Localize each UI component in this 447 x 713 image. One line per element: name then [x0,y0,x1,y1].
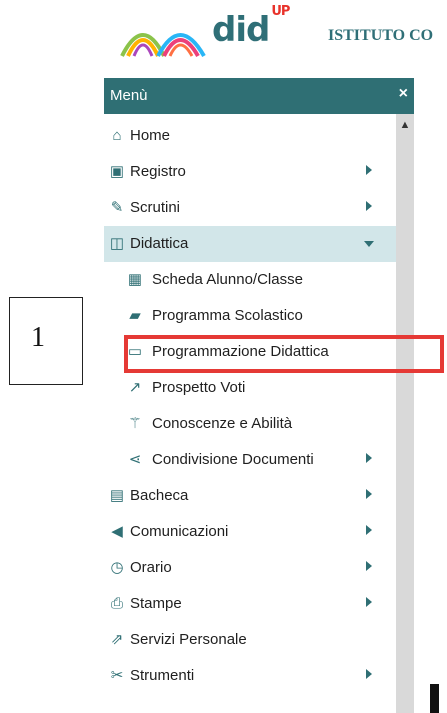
file-edit-icon: ✎ [110,199,124,216]
page-number: 1 [31,322,45,353]
chevron-right-icon [366,453,372,463]
sidebar-item-label: Condivisione Documenti [152,451,314,468]
scrollbar[interactable] [396,114,414,713]
menu-header: Menù × [104,78,414,114]
sidebar-item-label: Home [130,127,171,144]
external-link-icon: ⇗ [110,631,124,648]
chevron-right-icon [366,561,372,571]
sidebar-item-scheda-alunno-classe[interactable]: ▦ Scheda Alunno/Classe [104,262,396,298]
sidebar-item-condivisione-documenti[interactable]: ⋖ Condivisione Documenti [104,442,396,478]
magic-wand-icon: ⚚ [128,415,142,432]
sidebar-item-label: Prospetto Voti [152,379,246,396]
clock-icon: ◷ [110,559,124,576]
chevron-right-icon [366,669,372,679]
sidebar-item-label: Orario [130,559,172,576]
sidebar-item-didattica[interactable]: ◫ Didattica [104,226,396,262]
brand-sup: UP [271,3,290,19]
newspaper-icon: ▤ [109,487,125,504]
brand-name: did UP [212,3,290,50]
sidebar-item-prospetto-voti[interactable]: ↗ Prospetto Voti [104,370,396,406]
tools-icon: ✂ [110,667,124,684]
sidebar-item-label: Strumenti [130,667,195,684]
school-name: ISTITUTO CO [328,27,434,44]
sidebar-item-label: Comunicazioni [130,523,229,540]
chevron-right-icon [366,201,372,211]
sidebar-item-stampe[interactable]: ⎙ Stampe [104,586,396,622]
sidebar-item-programma-scolastico[interactable]: ▰ Programma Scolastico [104,298,396,334]
sidebar-item-strumenti[interactable]: ✂ Strumenti [104,658,396,694]
printer-icon: ⎙ [110,595,123,612]
sidebar-item-orario[interactable]: ◷ Orario [104,550,396,586]
sidebar-item-home[interactable]: ⌂ Home [104,118,396,154]
chevron-right-icon [366,525,372,535]
sidebar-item-label: Scheda Alunno/Classe [152,271,303,288]
sidebar-menu: ⌂ Home ▣ Registro ✎ Scrutini ◫ Didattica ▦ Scheda… [104,118,396,713]
home-icon: ⌂ [112,127,122,144]
edge-mark [430,684,439,713]
sidebar-item-label: Scrutini [130,199,181,216]
scroll-up-arrow-icon[interactable]: ▲ [397,118,413,132]
menu-title: Menù [110,87,148,104]
chevron-right-icon [366,489,372,499]
highlight-box [124,335,444,373]
sidebar-item-label: Stampe [130,595,182,612]
sidebar-item-label: Registro [130,163,186,180]
sidebar-item-bacheca[interactable]: ▤ Bacheca [104,478,396,514]
page-number-box [9,297,83,385]
didup-logo [120,33,206,58]
calendar-check-icon: ▣ [109,163,125,180]
line-chart-icon: ↗ [128,379,142,396]
sidebar-item-registro[interactable]: ▣ Registro [104,154,396,190]
close-icon[interactable]: × [399,85,408,103]
megaphone-icon: ◀ [111,523,123,540]
sidebar-item-label: Servizi Personale [130,631,247,648]
sidebar-item-scrutini[interactable]: ✎ Scrutini [104,190,396,226]
sidebar-item-servizi-personale[interactable]: ⇗ Servizi Personale [104,622,396,658]
sidebar-item-label: Bacheca [130,487,189,504]
chevron-right-icon [366,597,372,607]
chevron-down-icon [364,241,374,247]
sidebar-item-label: Conoscenze e Abilità [152,415,293,432]
sidebar-item-label: Didattica [130,235,189,252]
sidebar-item-comunicazioni[interactable]: ◀ Comunicazioni [104,514,396,550]
sidebar-item-conoscenze-e-abilit[interactable]: ⚚ Conoscenze e Abilità [104,406,396,442]
table-icon: ▦ [127,271,143,288]
share-icon: ⋖ [128,451,142,468]
book-icon: ▰ [129,307,141,324]
chevron-right-icon [366,165,372,175]
sidebar-item-label: Programma Scolastico [152,307,303,324]
book-open-icon: ◫ [109,235,125,252]
